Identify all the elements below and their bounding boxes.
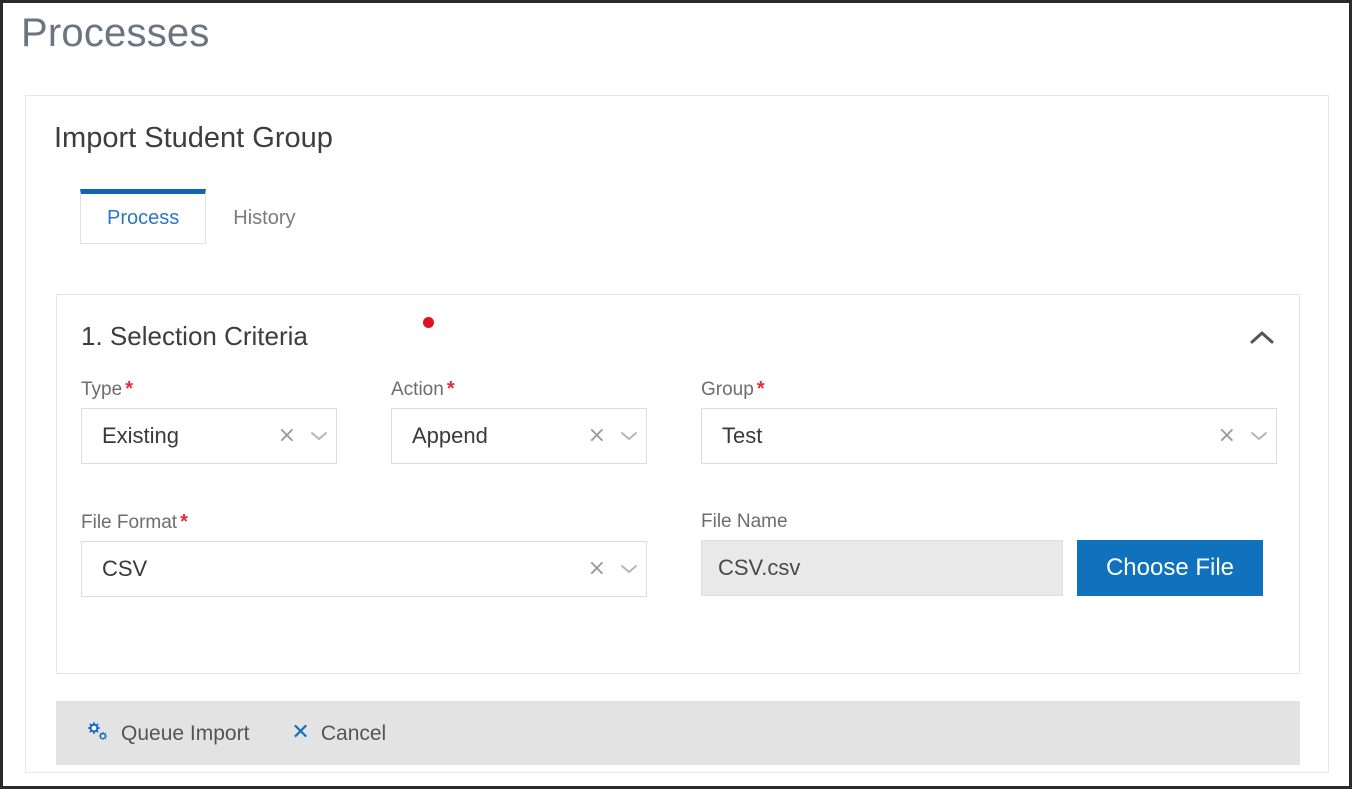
type-select[interactable]: Existing × bbox=[81, 408, 337, 464]
required-asterisk-group: * bbox=[757, 378, 765, 400]
field-type: Type* Existing × bbox=[81, 379, 337, 464]
field-label-group-text: Group bbox=[701, 379, 754, 400]
file-format-select[interactable]: CSV × bbox=[81, 541, 647, 597]
queue-import-button[interactable]: Queue Import bbox=[84, 720, 249, 747]
field-label-action-text: Action bbox=[391, 379, 444, 400]
file-format-chevron-down-icon[interactable] bbox=[612, 563, 646, 575]
action-clear-icon[interactable]: × bbox=[582, 425, 612, 447]
field-file-format: File Format* CSV × bbox=[81, 512, 647, 597]
field-label-type-text: Type bbox=[81, 379, 122, 400]
page-title: Processes bbox=[21, 11, 210, 56]
type-select-value: Existing bbox=[82, 423, 272, 449]
action-chevron-down-icon[interactable] bbox=[612, 430, 646, 442]
card-heading: Import Student Group bbox=[54, 122, 333, 155]
group-select[interactable]: Test × bbox=[701, 408, 1277, 464]
field-group: Group* Test × bbox=[701, 379, 1277, 464]
required-asterisk-file-format: * bbox=[180, 511, 188, 533]
required-asterisk-action: * bbox=[447, 378, 455, 400]
required-dot-icon bbox=[423, 317, 434, 328]
cogs-icon bbox=[84, 720, 110, 747]
tab-bar: Process History bbox=[80, 189, 322, 244]
close-x-icon: ✕ bbox=[291, 722, 309, 744]
required-asterisk-type: * bbox=[125, 378, 133, 400]
field-label-file-format: File Format* bbox=[81, 512, 647, 532]
panel-footer-actions: Queue Import ✕ Cancel bbox=[56, 701, 1300, 765]
field-label-group: Group* bbox=[701, 379, 1277, 399]
group-clear-icon[interactable]: × bbox=[1212, 425, 1242, 447]
file-name-input[interactable]: CSV.csv bbox=[701, 540, 1063, 596]
field-label-file-name: File Name bbox=[701, 512, 1277, 531]
tab-process[interactable]: Process bbox=[80, 189, 206, 244]
queue-import-label: Queue Import bbox=[121, 723, 249, 744]
file-format-clear-icon[interactable]: × bbox=[582, 558, 612, 580]
field-file-name: File Name CSV.csv Choose File bbox=[701, 512, 1277, 596]
process-card: Import Student Group Process History 1. … bbox=[25, 95, 1329, 773]
panel-header: 1. Selection Criteria bbox=[57, 295, 1299, 369]
type-chevron-down-icon[interactable] bbox=[302, 430, 336, 442]
field-action: Action* Append × bbox=[391, 379, 647, 464]
field-label-action: Action* bbox=[391, 379, 647, 399]
action-select-value: Append bbox=[392, 423, 582, 449]
chevron-up-icon[interactable] bbox=[1245, 323, 1279, 353]
action-select[interactable]: Append × bbox=[391, 408, 647, 464]
choose-file-button[interactable]: Choose File bbox=[1077, 540, 1263, 596]
field-label-type: Type* bbox=[81, 379, 337, 399]
cancel-button[interactable]: ✕ Cancel bbox=[291, 722, 386, 744]
panel-title: 1. Selection Criteria bbox=[81, 321, 308, 352]
app-screenshot-frame: Processes Import Student Group Process H… bbox=[0, 0, 1352, 789]
cancel-label: Cancel bbox=[321, 723, 386, 744]
group-chevron-down-icon[interactable] bbox=[1242, 430, 1276, 442]
file-format-select-value: CSV bbox=[82, 556, 582, 582]
file-name-row: CSV.csv Choose File bbox=[701, 540, 1277, 596]
field-label-file-format-text: File Format bbox=[81, 512, 177, 533]
type-clear-icon[interactable]: × bbox=[272, 425, 302, 447]
selection-criteria-panel: 1. Selection Criteria Type* Existing bbox=[56, 294, 1300, 674]
tab-history[interactable]: History bbox=[206, 189, 322, 244]
group-select-value: Test bbox=[702, 423, 1212, 449]
